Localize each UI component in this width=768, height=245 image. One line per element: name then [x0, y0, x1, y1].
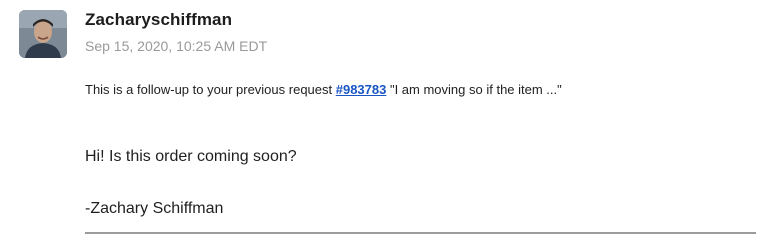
- author-name: Zacharyschiffman: [85, 10, 233, 29]
- ticket-link[interactable]: #983783: [336, 82, 387, 97]
- followup-suffix: "I am moving so if the item ...": [386, 82, 562, 97]
- user-avatar-icon: [19, 10, 67, 58]
- message-signature: -Zachary Schiffman: [85, 200, 224, 217]
- message-timestamp: Sep 15, 2020, 10:25 AM EDT: [85, 38, 268, 54]
- message-divider: [85, 232, 756, 234]
- message-body-line: Hi! Is this order coming soon?: [85, 148, 297, 165]
- avatar: [19, 10, 67, 58]
- followup-prefix: This is a follow-up to your previous req…: [85, 82, 336, 97]
- followup-notice: This is a follow-up to your previous req…: [85, 82, 562, 97]
